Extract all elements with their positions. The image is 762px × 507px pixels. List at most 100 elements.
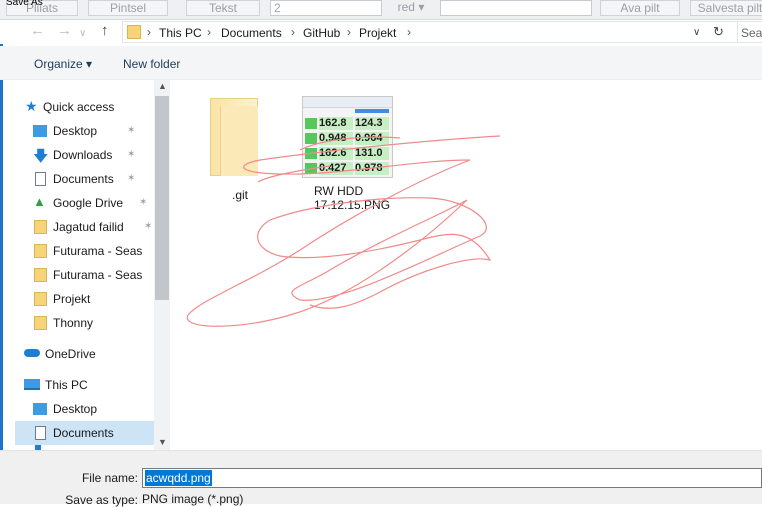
forward-arrow-icon[interactable]: →	[57, 23, 72, 39]
pin-icon: ✶	[127, 149, 136, 160]
nav-item-label: Futurama - Seas	[53, 268, 143, 282]
nav-item-label: Desktop	[53, 402, 98, 416]
search-input[interactable]: Sea	[737, 21, 762, 43]
desktop-icon	[33, 125, 47, 137]
nav-item-pc-desktop[interactable]: Desktop	[15, 397, 155, 421]
document-icon	[35, 172, 46, 186]
nav-item-label: Google Drive	[53, 196, 124, 210]
nav-item-label: Documents	[53, 172, 114, 186]
thumb-status	[305, 118, 317, 129]
nav-item-futurama-2[interactable]: Futurama - Seas	[15, 263, 155, 287]
nav-item-label: Thonny	[53, 316, 94, 330]
nav-item-documents[interactable]: Documents ✶	[15, 167, 155, 191]
thumb-write: 0.964	[355, 132, 389, 145]
back-arrow-icon[interactable]: ←	[30, 23, 45, 39]
scroll-down-icon[interactable]: ▼	[158, 437, 167, 447]
thumb-write: 131.0	[355, 147, 389, 160]
thumb-read: 162.8	[319, 117, 353, 130]
breadcrumb-separator: ›	[207, 25, 211, 39]
desktop-icon	[33, 403, 47, 415]
text-button[interactable]: Tekst	[186, 0, 260, 16]
nav-item-label: Desktop	[53, 124, 98, 138]
google-drive-icon: ▲	[33, 194, 46, 209]
command-bar: Organize ▾ New folder	[0, 46, 762, 80]
open-image-button[interactable]: Ava pilt	[600, 0, 680, 16]
recent-chevron-icon[interactable]: ∨	[79, 26, 86, 42]
brush-label: Pintsel	[109, 1, 147, 15]
thumb-write: 124.3	[355, 117, 389, 130]
nav-item-google-drive[interactable]: ▲ Google Drive ✶	[15, 191, 155, 215]
nav-item-label: Quick access	[43, 100, 115, 114]
nav-item-this-pc[interactable]: This PC	[15, 373, 155, 397]
refresh-icon[interactable]: ↻	[713, 24, 724, 40]
nav-item-label: Documents	[53, 426, 114, 440]
pin-icon: ✶	[144, 221, 153, 232]
nav-item-futurama-1[interactable]: Futurama - Seas	[15, 239, 155, 263]
star-icon: ★	[25, 98, 38, 114]
breadcrumb-projekt[interactable]: Projekt	[359, 26, 396, 40]
nav-item-label: Downloads	[53, 148, 113, 162]
folder-icon	[34, 268, 47, 282]
nav-item-label: This PC	[45, 378, 88, 392]
nav-item-label: Projekt	[53, 292, 91, 306]
organize-button[interactable]: Organize ▾	[34, 57, 92, 71]
save-type-label: Save as type:	[65, 493, 138, 507]
nav-item-label: Futurama - Seas	[53, 244, 143, 258]
thumb-row: 0.948 0.964	[305, 132, 391, 145]
save-image-button[interactable]: Salvesta pilt	[690, 0, 762, 16]
thumb-write: 0.978	[355, 162, 389, 175]
up-arrow-icon[interactable]: ↑	[101, 23, 109, 39]
folder-icon	[34, 220, 47, 234]
thumb-status	[305, 163, 317, 174]
nav-item-label: OneDrive	[45, 347, 96, 361]
nav-item-jagatud-failid[interactable]: Jagatud failid ✶	[15, 215, 155, 239]
nav-item-projekt[interactable]: Projekt	[15, 287, 155, 311]
breadcrumb-this-pc[interactable]: This PC	[159, 26, 202, 40]
document-icon	[35, 426, 46, 440]
text-label: Tekst	[208, 1, 237, 15]
pin-icon: ✶	[127, 125, 136, 136]
nav-item-desktop[interactable]: Desktop ✶	[15, 119, 155, 143]
thumb-read: 0.948	[319, 132, 353, 145]
breadcrumb-documents[interactable]: Documents	[221, 26, 282, 40]
scroll-up-icon[interactable]: ▲	[158, 81, 167, 91]
address-bar[interactable]: › This PC › Documents › GitHub › Projekt…	[122, 21, 738, 43]
size-field[interactable]: 2	[270, 0, 382, 16]
chevron-down-icon[interactable]: ∨	[693, 27, 700, 38]
background-toolbar: Pliiats Pintsel Tekst 2 red ▾ Ava pilt S…	[0, 0, 762, 20]
breadcrumb-separator: ›	[347, 25, 351, 39]
breadcrumb-separator: ›	[147, 25, 151, 39]
breadcrumb-github[interactable]: GitHub	[303, 26, 340, 40]
computer-icon	[24, 379, 40, 390]
nav-item-downloads[interactable]: 🡇 Downloads ✶	[15, 143, 155, 167]
thumb-status	[305, 148, 317, 159]
brush-button[interactable]: Pintsel	[88, 0, 168, 16]
open-image-label: Ava pilt	[620, 1, 660, 15]
thumb-row: 0.427 0.978	[305, 162, 391, 175]
new-folder-button[interactable]: New folder	[123, 57, 180, 71]
scrollbar-thumb[interactable]	[155, 96, 169, 300]
thumb-read: 162.6	[319, 147, 353, 160]
file-item-git[interactable]: .git	[206, 96, 262, 202]
folder-icon	[127, 25, 141, 39]
color-select[interactable]: red ▾	[386, 0, 436, 16]
chevron-down-icon: ▾	[418, 0, 425, 14]
file-name-input[interactable]: acwqdd.png	[142, 468, 762, 488]
file-view: .git 162.8 124.3 0.948 0.964 162.6 131.0	[170, 80, 762, 450]
nav-item-thonny[interactable]: Thonny	[15, 311, 155, 335]
nav-item-onedrive[interactable]: OneDrive	[15, 342, 155, 366]
nav-item-pc-documents[interactable]: Documents	[15, 421, 155, 445]
folder-icon	[34, 292, 47, 306]
breadcrumb-separator: ›	[407, 25, 411, 39]
navigation-pane: ★ Quick access Desktop ✶ 🡇 Downloads ✶ D…	[15, 80, 170, 450]
nav-item-quick-access[interactable]: ★ Quick access	[15, 95, 155, 119]
address-row: ← → ∨ ↑ › This PC › Documents › GitHub ›…	[0, 20, 762, 44]
file-item-rw-hdd[interactable]: 162.8 124.3 0.948 0.964 162.6 131.0 0.42…	[300, 94, 410, 224]
file-label: .git	[232, 188, 249, 202]
folder-icon	[34, 244, 47, 258]
search-placeholder: Sea	[741, 26, 762, 40]
nav-scrollbar[interactable]: ▲ ▼	[154, 80, 170, 450]
thumb-status	[305, 133, 317, 144]
color-input[interactable]	[440, 0, 592, 16]
nav-item-label: Jagatud failid	[53, 220, 124, 234]
